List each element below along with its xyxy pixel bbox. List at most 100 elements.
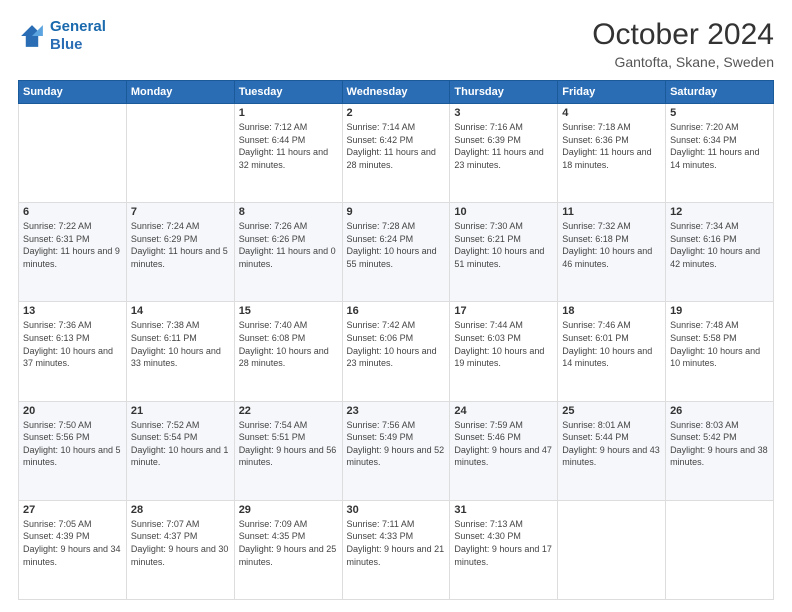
day-number: 8: [239, 206, 338, 218]
day-detail: Sunrise: 7:26 AM Sunset: 6:26 PM Dayligh…: [239, 220, 338, 270]
title-block: October 2024 Gantofta, Skane, Sweden: [592, 18, 774, 70]
week-row-2: 6Sunrise: 7:22 AM Sunset: 6:31 PM Daylig…: [19, 203, 774, 302]
day-detail: Sunrise: 7:50 AM Sunset: 5:56 PM Dayligh…: [23, 419, 122, 469]
day-cell: 9 Sunrise: 7:28 AM Sunset: 6:24 PM Daylig…: [342, 203, 450, 302]
day-cell: [19, 104, 127, 203]
day-number: 20: [23, 405, 122, 417]
day-cell: 4Sunrise: 7:18 AM Sunset: 6:36 PM Daylig…: [558, 104, 666, 203]
day-number: 16: [347, 305, 446, 317]
day-cell: 23Sunrise: 7:56 AM Sunset: 5:49 PM Dayli…: [342, 401, 450, 500]
day-number: 31: [454, 504, 553, 516]
header: General Blue October 2024 Gantofta, Skan…: [18, 18, 774, 70]
day-cell: 8 Sunrise: 7:26 AM Sunset: 6:26 PM Daylig…: [234, 203, 342, 302]
day-cell: 10Sunrise: 7:30 AM Sunset: 6:21 PM Dayli…: [450, 203, 558, 302]
day-number: 12: [670, 206, 769, 218]
day-detail: Sunrise: 7:18 AM Sunset: 6:36 PM Dayligh…: [562, 121, 661, 171]
day-cell: 26Sunrise: 8:03 AM Sunset: 5:42 PM Dayli…: [666, 401, 774, 500]
day-number: 29: [239, 504, 338, 516]
day-number: 5: [670, 107, 769, 119]
day-detail: Sunrise: 7:11 AM Sunset: 4:33 PM Dayligh…: [347, 518, 446, 568]
col-monday: Monday: [126, 81, 234, 104]
day-detail: Sunrise: 7:13 AM Sunset: 4:30 PM Dayligh…: [454, 518, 553, 568]
week-row-4: 20 Sunrise: 7:50 AM Sunset: 5:56 PM Dayli…: [19, 401, 774, 500]
col-wednesday: Wednesday: [342, 81, 450, 104]
day-number: 3: [454, 107, 553, 119]
day-number: 22: [239, 405, 338, 417]
day-cell: 27 Sunrise: 7:05 AM Sunset: 4:39 PM Dayli…: [19, 500, 127, 599]
day-cell: [126, 104, 234, 203]
day-number: 1: [239, 107, 338, 119]
day-detail: Sunrise: 7:05 AM Sunset: 4:39 PM Dayligh…: [23, 518, 122, 568]
day-detail: Sunrise: 7:30 AM Sunset: 6:21 PM Dayligh…: [454, 220, 553, 270]
logo-icon: [18, 22, 46, 50]
day-cell: 19Sunrise: 7:48 AM Sunset: 5:58 PM Dayli…: [666, 302, 774, 401]
day-cell: 22 Sunrise: 7:54 AM Sunset: 5:51 PM Dayli…: [234, 401, 342, 500]
day-detail: Sunrise: 7:48 AM Sunset: 5:58 PM Dayligh…: [670, 319, 769, 369]
day-cell: 1 Sunrise: 7:12 AM Sunset: 6:44 PM Daylig…: [234, 104, 342, 203]
day-cell: 29 Sunrise: 7:09 AM Sunset: 4:35 PM Dayli…: [234, 500, 342, 599]
day-cell: 7 Sunrise: 7:24 AM Sunset: 6:29 PM Daylig…: [126, 203, 234, 302]
page: General Blue October 2024 Gantofta, Skan…: [0, 0, 792, 612]
day-cell: 11Sunrise: 7:32 AM Sunset: 6:18 PM Dayli…: [558, 203, 666, 302]
day-detail: Sunrise: 7:52 AM Sunset: 5:54 PM Dayligh…: [131, 419, 230, 469]
day-cell: 25 Sunrise: 8:01 AM Sunset: 5:44 PM Dayli…: [558, 401, 666, 500]
day-number: 30: [347, 504, 446, 516]
day-detail: Sunrise: 7:34 AM Sunset: 6:16 PM Dayligh…: [670, 220, 769, 270]
day-detail: Sunrise: 7:56 AM Sunset: 5:49 PM Dayligh…: [347, 419, 446, 469]
day-cell: 16Sunrise: 7:42 AM Sunset: 6:06 PM Dayli…: [342, 302, 450, 401]
day-detail: Sunrise: 7:54 AM Sunset: 5:51 PM Dayligh…: [239, 419, 338, 469]
day-detail: Sunrise: 7:12 AM Sunset: 6:44 PM Dayligh…: [239, 121, 338, 171]
day-cell: 17Sunrise: 7:44 AM Sunset: 6:03 PM Dayli…: [450, 302, 558, 401]
day-cell: 13 Sunrise: 7:36 AM Sunset: 6:13 PM Dayli…: [19, 302, 127, 401]
day-number: 7: [131, 206, 230, 218]
day-detail: Sunrise: 7:59 AM Sunset: 5:46 PM Dayligh…: [454, 419, 553, 469]
day-number: 14: [131, 305, 230, 317]
logo: General Blue: [18, 18, 106, 54]
day-cell: 15Sunrise: 7:40 AM Sunset: 6:08 PM Dayli…: [234, 302, 342, 401]
day-number: 24: [454, 405, 553, 417]
week-row-1: 1 Sunrise: 7:12 AM Sunset: 6:44 PM Daylig…: [19, 104, 774, 203]
day-number: 13: [23, 305, 122, 317]
col-friday: Friday: [558, 81, 666, 104]
day-detail: Sunrise: 8:01 AM Sunset: 5:44 PM Dayligh…: [562, 419, 661, 469]
day-cell: 5 Sunrise: 7:20 AM Sunset: 6:34 PM Daylig…: [666, 104, 774, 203]
day-cell: 18 Sunrise: 7:46 AM Sunset: 6:01 PM Dayli…: [558, 302, 666, 401]
day-number: 25: [562, 405, 661, 417]
day-number: 6: [23, 206, 122, 218]
day-cell: 6Sunrise: 7:22 AM Sunset: 6:31 PM Daylig…: [19, 203, 127, 302]
day-detail: Sunrise: 7:46 AM Sunset: 6:01 PM Dayligh…: [562, 319, 661, 369]
day-cell: 31 Sunrise: 7:13 AM Sunset: 4:30 PM Dayli…: [450, 500, 558, 599]
col-thursday: Thursday: [450, 81, 558, 104]
week-row-5: 27 Sunrise: 7:05 AM Sunset: 4:39 PM Dayli…: [19, 500, 774, 599]
day-detail: Sunrise: 7:07 AM Sunset: 4:37 PM Dayligh…: [131, 518, 230, 568]
logo-text: General Blue: [50, 18, 106, 54]
day-detail: Sunrise: 7:20 AM Sunset: 6:34 PM Dayligh…: [670, 121, 769, 171]
day-detail: Sunrise: 7:16 AM Sunset: 6:39 PM Dayligh…: [454, 121, 553, 171]
day-cell: 28 Sunrise: 7:07 AM Sunset: 4:37 PM Dayli…: [126, 500, 234, 599]
day-detail: Sunrise: 7:09 AM Sunset: 4:35 PM Dayligh…: [239, 518, 338, 568]
day-cell: 21 Sunrise: 7:52 AM Sunset: 5:54 PM Dayli…: [126, 401, 234, 500]
day-number: 27: [23, 504, 122, 516]
day-cell: 30 Sunrise: 7:11 AM Sunset: 4:33 PM Dayli…: [342, 500, 450, 599]
col-sunday: Sunday: [19, 81, 127, 104]
day-detail: Sunrise: 7:38 AM Sunset: 6:11 PM Dayligh…: [131, 319, 230, 369]
day-number: 18: [562, 305, 661, 317]
header-row: Sunday Monday Tuesday Wednesday Thursday…: [19, 81, 774, 104]
col-tuesday: Tuesday: [234, 81, 342, 104]
day-number: 2: [347, 107, 446, 119]
day-cell: [558, 500, 666, 599]
day-number: 9: [347, 206, 446, 218]
day-number: 21: [131, 405, 230, 417]
day-number: 28: [131, 504, 230, 516]
day-detail: Sunrise: 7:14 AM Sunset: 6:42 PM Dayligh…: [347, 121, 446, 171]
day-detail: Sunrise: 7:24 AM Sunset: 6:29 PM Dayligh…: [131, 220, 230, 270]
day-detail: Sunrise: 7:40 AM Sunset: 6:08 PM Dayligh…: [239, 319, 338, 369]
day-cell: 20 Sunrise: 7:50 AM Sunset: 5:56 PM Dayli…: [19, 401, 127, 500]
day-number: 17: [454, 305, 553, 317]
subtitle: Gantofta, Skane, Sweden: [592, 54, 774, 70]
day-detail: Sunrise: 7:36 AM Sunset: 6:13 PM Dayligh…: [23, 319, 122, 369]
day-cell: 14 Sunrise: 7:38 AM Sunset: 6:11 PM Dayli…: [126, 302, 234, 401]
week-row-3: 13 Sunrise: 7:36 AM Sunset: 6:13 PM Dayli…: [19, 302, 774, 401]
day-number: 26: [670, 405, 769, 417]
day-detail: Sunrise: 7:28 AM Sunset: 6:24 PM Dayligh…: [347, 220, 446, 270]
